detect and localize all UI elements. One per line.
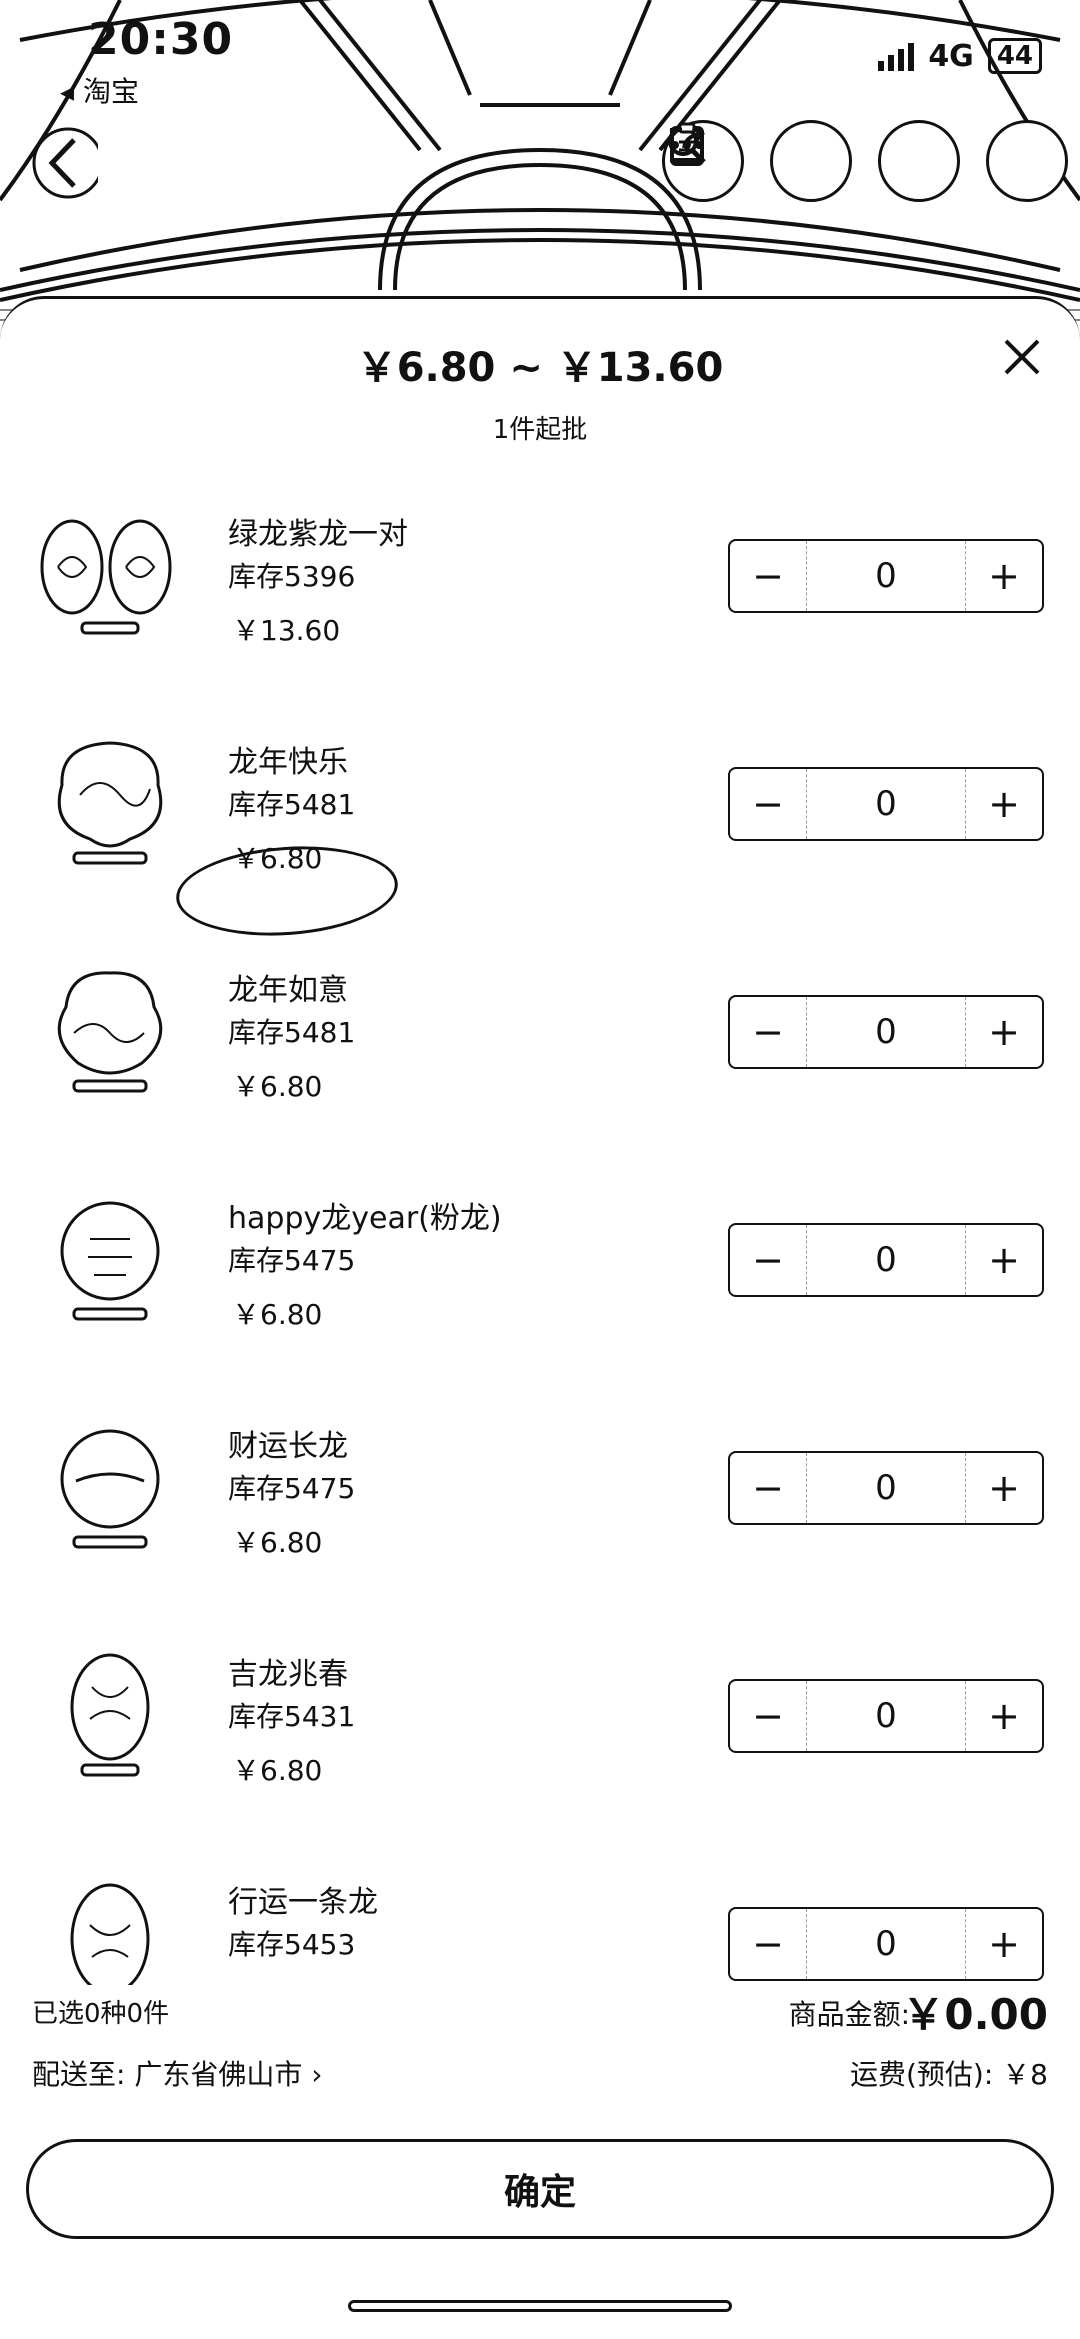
increase-button[interactable]: + — [966, 541, 1042, 611]
product-thumbnail[interactable] — [30, 1419, 190, 1559]
battery-icon: 44 — [987, 38, 1042, 74]
increase-button[interactable]: + — [966, 1453, 1042, 1523]
sku-item: 龙年如意 库存5481 ￥6.80 − 0 + — [0, 945, 1080, 1173]
sku-price: ￥6.80 — [232, 1977, 322, 1985]
close-icon[interactable] — [992, 327, 1052, 387]
sku-stock: 库存5431 — [228, 1700, 356, 1733]
product-thumbnail[interactable] — [30, 1875, 190, 1985]
sku-price: ￥6.80 — [232, 1754, 323, 1787]
quantity-stepper: − 0 + — [728, 767, 1044, 841]
sku-name: 龙年如意 — [228, 973, 348, 1008]
quantity-stepper: − 0 + — [728, 1223, 1044, 1297]
back-app-name: 淘宝 — [82, 75, 139, 108]
sku-stock: 库存5396 — [228, 560, 356, 593]
decrease-button[interactable]: − — [730, 1453, 806, 1523]
header-background: 20:30 ◂ 淘宝 4G 44 — [0, 0, 1080, 340]
status-bar: 20:30 ◂ 淘宝 4G 44 — [0, 0, 1080, 108]
signal-icon — [878, 41, 915, 71]
shipping-fee: 运费(预估): ￥8 — [850, 2058, 1048, 2091]
top-action-bar — [662, 120, 1068, 202]
quantity-stepper: − 0 + — [728, 995, 1044, 1069]
delivery-address-link[interactable]: 配送至: 广东省佛山市 › — [32, 2053, 322, 2093]
decrease-button[interactable]: − — [730, 997, 806, 1067]
increase-button[interactable]: + — [966, 1681, 1042, 1751]
quantity-stepper: − 0 + — [728, 1679, 1044, 1753]
quantity-value[interactable]: 0 — [806, 997, 966, 1067]
decrease-button[interactable]: − — [730, 769, 806, 839]
sku-item: 行运一条龙 库存5453 ￥6.80 − 0 + — [0, 1857, 1080, 1985]
sku-price: ￥6.80 — [232, 1298, 323, 1331]
quantity-stepper: − 0 + — [728, 1451, 1044, 1525]
sku-price: ￥6.80 — [232, 1070, 323, 1103]
sku-item: 绿龙紫龙一对 库存5396 ￥13.60 − 0 + — [0, 489, 1080, 717]
status-indicators: 4G 44 — [878, 38, 1042, 74]
quantity-stepper: − 0 + — [728, 539, 1044, 613]
increase-button[interactable]: + — [966, 997, 1042, 1067]
total-label: 商品金额: — [788, 1998, 910, 2031]
more-icon[interactable] — [671, 120, 1068, 202]
sku-stock: 库存5453 — [228, 1928, 356, 1961]
sku-price: ￥13.60 — [232, 614, 341, 647]
sku-item: 财运长龙 库存5475 ￥6.80 − 0 + — [0, 1401, 1080, 1629]
sku-name: 龙年快乐 — [228, 745, 348, 780]
product-thumbnail[interactable] — [30, 1191, 190, 1331]
product-thumbnail[interactable] — [30, 963, 190, 1103]
sku-list[interactable]: 绿龙紫龙一对 库存5396 ￥13.60 − 0 + 龙年快乐 库存5481 ￥… — [0, 469, 1080, 1985]
increase-button[interactable]: + — [966, 769, 1042, 839]
sku-stock: 库存5481 — [228, 1016, 356, 1049]
confirm-button[interactable]: 确定 — [26, 2139, 1054, 2239]
sku-stock: 库存5475 — [228, 1472, 356, 1505]
sku-stock: 库存5481 — [228, 788, 356, 821]
product-thumbnail[interactable] — [30, 1647, 190, 1787]
sku-item: 龙年快乐 库存5481 ￥6.80 − 0 + — [0, 717, 1080, 945]
decrease-button[interactable]: − — [730, 1909, 806, 1979]
share-icon[interactable] — [670, 120, 960, 202]
sku-name: 行运一条龙 — [228, 1885, 378, 1920]
battery-level: 44 — [996, 41, 1033, 71]
sku-item: happy龙year(粉龙) 库存5475 ￥6.80 − 0 + — [0, 1173, 1080, 1401]
price-range: ￥6.80 ~ ￥13.60 — [356, 345, 724, 391]
quantity-value[interactable]: 0 — [806, 1225, 966, 1295]
decrease-button[interactable]: − — [730, 541, 806, 611]
quantity-value[interactable]: 0 — [806, 1681, 966, 1751]
decrease-button[interactable]: − — [730, 1681, 806, 1751]
decrease-button[interactable]: − — [730, 1225, 806, 1295]
increase-button[interactable]: + — [966, 1225, 1042, 1295]
sku-name: 吉龙兆春 — [228, 1657, 348, 1692]
home-indicator — [348, 2300, 732, 2312]
back-to-app-label[interactable]: ◂ 淘宝 — [60, 70, 139, 110]
sku-name: 财运长龙 — [228, 1429, 348, 1464]
sku-name: 绿龙紫龙一对 — [228, 517, 408, 552]
quantity-value[interactable]: 0 — [806, 541, 966, 611]
quantity-value[interactable]: 0 — [806, 769, 966, 839]
selected-count: 已选0种0件 — [32, 1999, 170, 2029]
back-arrow-icon[interactable] — [28, 118, 98, 208]
product-thumbnail[interactable] — [30, 507, 190, 647]
quantity-value[interactable]: 0 — [806, 1909, 966, 1979]
sku-stock: 库存5475 — [228, 1244, 356, 1277]
quantity-stepper: − 0 + — [728, 1907, 1044, 1981]
product-thumbnail[interactable] — [30, 735, 190, 875]
total-value: ￥0.00 — [902, 1990, 1048, 2039]
network-type: 4G — [928, 38, 974, 74]
min-order-note: 1件起批 — [492, 415, 588, 445]
sku-name: happy龙year(粉龙) — [228, 1201, 502, 1236]
increase-button[interactable]: + — [966, 1909, 1042, 1979]
status-time: 20:30 — [88, 14, 234, 65]
sku-selection-sheet: ￥6.80 ~ ￥13.60 1件起批 绿龙紫龙一对 库存5396 ￥13.60… — [0, 296, 1080, 2339]
sku-item: 吉龙兆春 库存5431 ￥6.80 − 0 + — [0, 1629, 1080, 1857]
quantity-value[interactable]: 0 — [806, 1453, 966, 1523]
sku-price: ￥6.80 — [232, 1526, 323, 1559]
clipboard-icon[interactable] — [670, 120, 852, 202]
